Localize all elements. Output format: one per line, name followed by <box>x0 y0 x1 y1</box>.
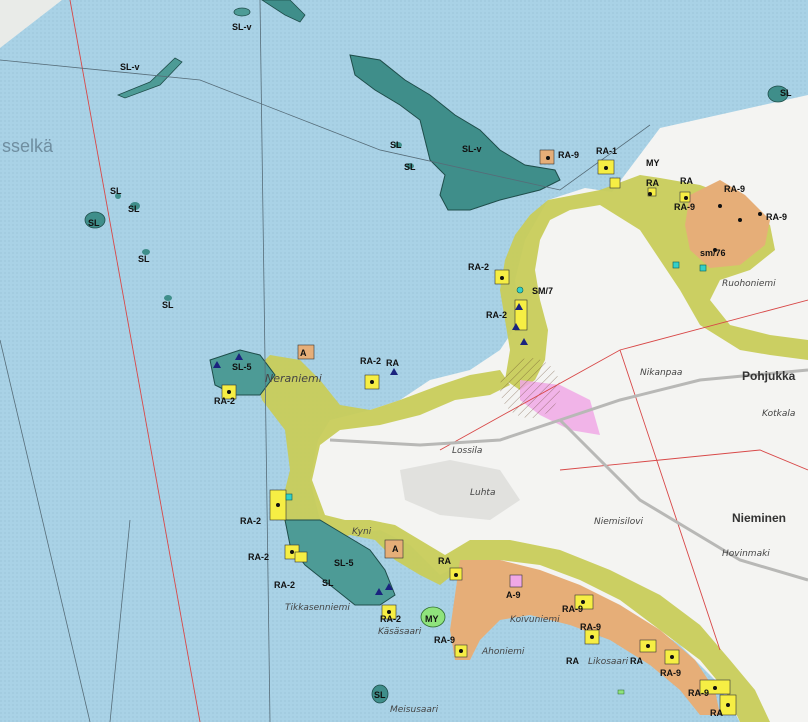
small-green-islet <box>617 689 625 695</box>
zone-label: RA <box>630 656 643 666</box>
island-sl-top <box>233 7 251 17</box>
zone-label: MY <box>646 158 660 168</box>
zone-label: A <box>392 544 399 554</box>
zone-label: RA-2 <box>486 310 507 320</box>
zone-label: RA <box>646 178 659 188</box>
zone-label: RA <box>386 358 399 368</box>
zone-label: RA-9 <box>660 668 681 678</box>
zone-label: SL <box>110 186 122 196</box>
zone-label: RA-2 <box>360 356 381 366</box>
zone-label: RA-2 <box>240 516 261 526</box>
zone-label: RA-9 <box>674 202 695 212</box>
zone-label: A <box>300 348 307 358</box>
zone-label: RA-2 <box>468 262 489 272</box>
place-kasasaari: Käsäsaari <box>378 627 422 637</box>
zone-label: RA-9 <box>562 604 583 614</box>
zone-label: RA <box>680 176 693 186</box>
zone-label: SL-5 <box>334 558 354 568</box>
place-kyni: Kyni <box>352 527 372 537</box>
zone-label: RA <box>566 656 579 666</box>
zone-label: SL <box>404 162 416 172</box>
place-hovinmaki: Hovinmaki <box>722 549 770 559</box>
zone-label: RA-9 <box>434 635 455 645</box>
zone-label: RA <box>710 708 723 718</box>
zone-label: RA-1 <box>596 146 617 156</box>
zone-label: sm/76 <box>700 248 726 258</box>
place-meisusaari: Meisusaari <box>390 705 439 715</box>
zone-label: RA-9 <box>580 622 601 632</box>
zone-label: RA-2 <box>248 552 269 562</box>
zone-label: SL-5 <box>232 362 252 372</box>
place-lossila: Lossila <box>452 446 482 456</box>
place-niemisilovi: Niemisilovi <box>594 517 644 527</box>
zoning-map[interactable]: sselkä Pohjukka Nieminen Neraniemi Luhta… <box>0 0 808 722</box>
place-tikkasenniemi: Tikkasenniemi <box>285 603 350 613</box>
zone-label: SL-v <box>462 144 482 154</box>
zone-label: A-9 <box>506 590 521 600</box>
zone-label: SM/7 <box>532 286 553 296</box>
place-ahoniemi: Ahoniemi <box>481 647 525 657</box>
place-likosaari: Likosaari <box>588 657 629 667</box>
zone-label: SL <box>138 254 150 264</box>
water-body-name: sselkä <box>2 136 54 156</box>
place-kotkala: Kotkala <box>762 409 795 419</box>
zone-label: SL <box>162 300 174 310</box>
zone-label: SL-v <box>120 62 140 72</box>
zone-label: SL <box>780 88 792 98</box>
zone-label: SL <box>390 140 402 150</box>
place-koivuniemi: Koivuniemi <box>510 615 560 625</box>
zone-label: SL <box>374 690 386 700</box>
place-ruohoniemi: Ruohoniemi <box>722 279 776 289</box>
zone-label: RA <box>438 556 451 566</box>
zone-label: RA-2 <box>380 614 401 624</box>
zone-label: RA-9 <box>688 688 709 698</box>
zone-label: MY <box>425 614 439 624</box>
place-luhta: Luhta <box>470 488 495 498</box>
place-neraniemi: Neraniemi <box>265 372 322 385</box>
zone-label: SL <box>322 578 334 588</box>
village-name-pohjukka: Pohjukka <box>742 369 796 383</box>
village-name-nieminen: Nieminen <box>732 511 786 525</box>
place-nikanpaa: Nikanpaa <box>640 368 682 378</box>
zone-label: SL <box>88 218 100 228</box>
zone-label: SL <box>128 204 140 214</box>
zone-label: RA-2 <box>274 580 295 590</box>
zone-label: RA-9 <box>558 150 579 160</box>
zone-label: RA-9 <box>724 184 745 194</box>
zone-label: RA-9 <box>766 212 787 222</box>
zone-label: SL-v <box>232 22 252 32</box>
zone-label: RA-2 <box>214 396 235 406</box>
